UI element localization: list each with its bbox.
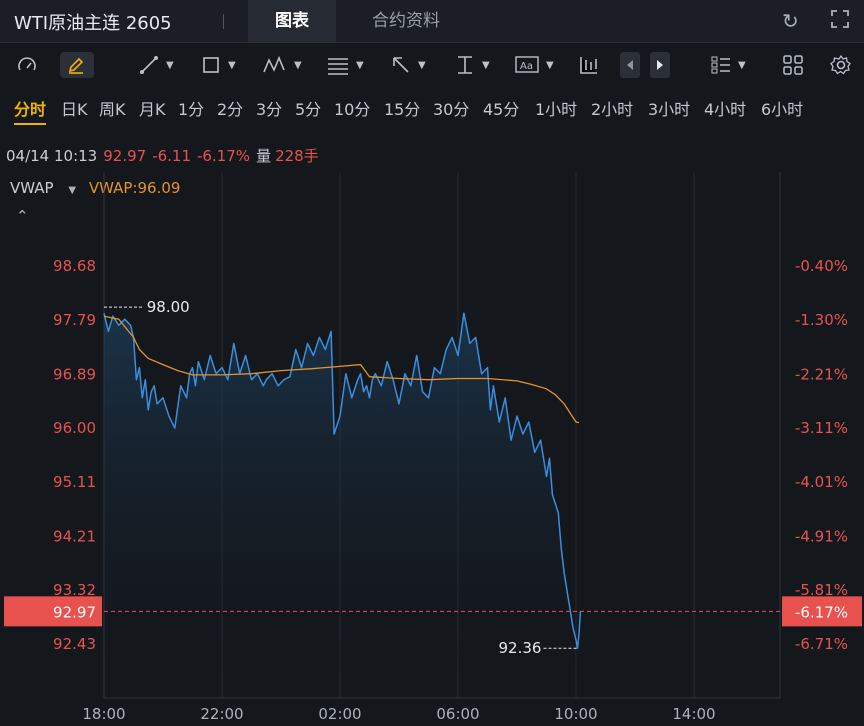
y-tick-label: 97.79 [53, 311, 96, 329]
high-label: 98.00 [147, 298, 190, 316]
x-tick-label: 02:00 [318, 705, 361, 723]
y-tick-label: 94.21 [53, 527, 96, 545]
y-tick-label: 92.43 [53, 635, 96, 653]
y-tick-label: 98.68 [53, 257, 96, 275]
y-tick-label: 95.11 [53, 473, 96, 491]
pct-tick-label: -6.71% [795, 635, 848, 653]
current-price-tag: 92.97 [53, 603, 96, 621]
pct-tick-label: -4.01% [795, 473, 848, 491]
pct-tick-label: -4.91% [795, 527, 848, 545]
pct-tick-label: -3.11% [795, 419, 848, 437]
price-chart[interactable]: 18:00 22:00 02:00 06:00 10:00 14:00 98.68 -0.40… [0, 0, 864, 726]
x-tick-label: 14:00 [672, 705, 715, 723]
low-label: 92.36 [499, 639, 542, 657]
x-tick-label: 10:00 [554, 705, 597, 723]
x-tick-label: 06:00 [436, 705, 479, 723]
current-pct-tag: -6.17% [795, 603, 848, 621]
x-tick-label: 22:00 [200, 705, 243, 723]
pct-tick-label: -2.21% [795, 365, 848, 383]
pct-tick-label: -0.40% [795, 257, 848, 275]
y-tick-label: 96.89 [53, 365, 96, 383]
pct-tick-label: -1.30% [795, 311, 848, 329]
x-tick-label: 18:00 [82, 705, 125, 723]
y-tick-label: 96.00 [53, 419, 96, 437]
